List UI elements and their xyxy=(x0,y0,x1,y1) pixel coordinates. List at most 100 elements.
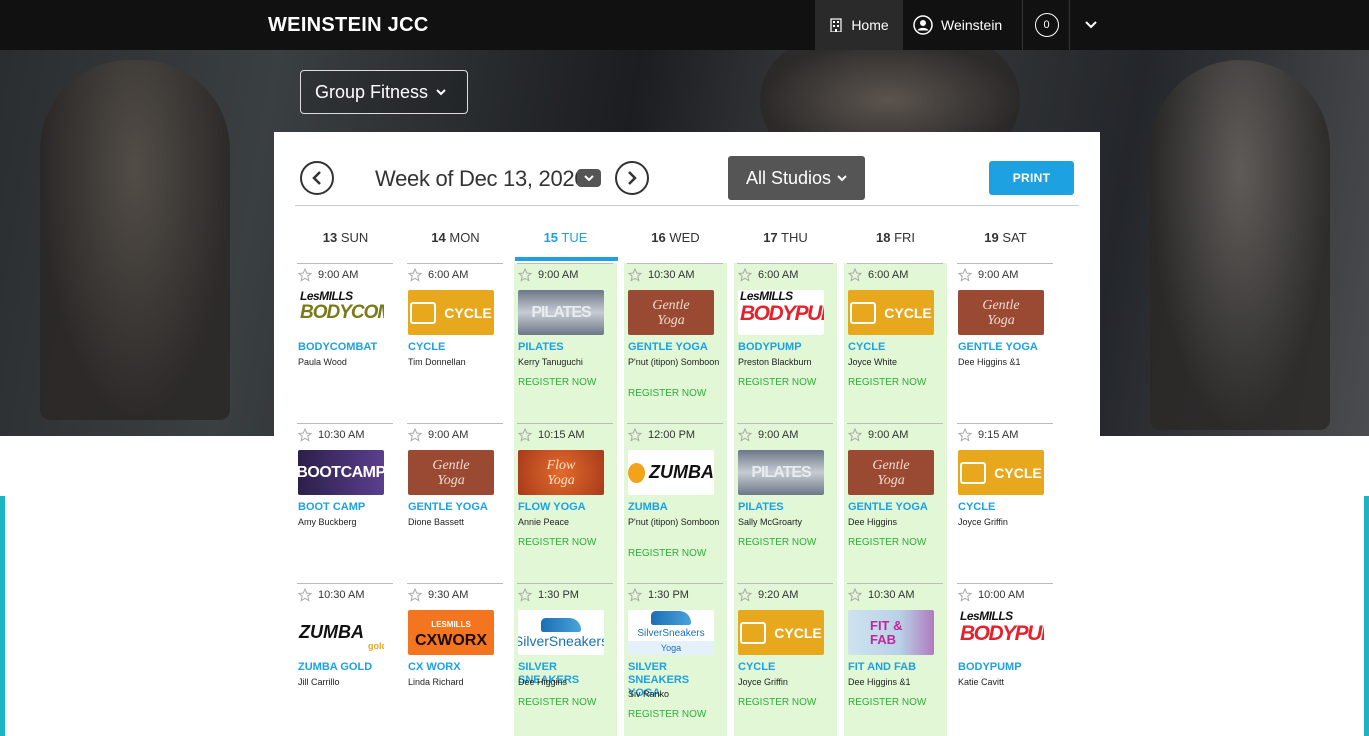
print-button[interactable]: PRINT xyxy=(989,161,1074,195)
favorite-star-icon[interactable] xyxy=(958,268,972,282)
favorite-star-icon[interactable] xyxy=(518,588,532,602)
class-name-link[interactable]: ZUMBA xyxy=(628,501,723,514)
calendar-picker-button[interactable] xyxy=(577,169,601,187)
class-image-fitfab[interactable]: FIT & FAB xyxy=(848,610,934,655)
class-image-gentle[interactable]: Gentle Yoga xyxy=(958,290,1044,335)
favorite-star-icon[interactable] xyxy=(848,428,862,442)
class-time: 10:00 AM xyxy=(978,589,1025,601)
class-image-gentle[interactable]: Gentle Yoga xyxy=(848,450,934,495)
class-time-row: 10:30 AM xyxy=(628,268,694,282)
class-time: 12:00 PM xyxy=(648,429,696,441)
favorite-star-icon[interactable] xyxy=(298,588,312,602)
favorite-star-icon[interactable] xyxy=(738,428,752,442)
day-header-tue[interactable]: 15 TUE xyxy=(514,230,617,245)
class-image-cycle[interactable]: CYCLE xyxy=(958,450,1044,495)
cart-button[interactable]: 0 xyxy=(1024,0,1070,50)
register-now-link[interactable]: REGISTER NOW xyxy=(628,548,706,559)
day-header-fri[interactable]: 18 FRI xyxy=(844,230,947,245)
class-image-cycle[interactable]: CYCLE xyxy=(408,290,494,335)
day-header-sat[interactable]: 19 SAT xyxy=(954,230,1057,245)
class-name-link[interactable]: PILATES xyxy=(518,341,613,354)
brand-logo[interactable]: WEINSTEIN JCC xyxy=(268,14,429,37)
next-week-button[interactable] xyxy=(615,161,649,195)
register-now-link[interactable]: REGISTER NOW xyxy=(848,377,926,388)
user-name: Weinstein xyxy=(941,17,1003,33)
instructor-name: P'nut (itipon) Somboon xyxy=(628,357,720,367)
class-name-link[interactable]: BODYPUMP xyxy=(738,341,833,354)
class-image-flow[interactable]: Flow Yoga xyxy=(518,450,604,495)
class-image-silver[interactable]: SilverSneakers xyxy=(518,610,604,655)
favorite-star-icon[interactable] xyxy=(298,428,312,442)
favorite-star-icon[interactable] xyxy=(738,268,752,282)
favorite-star-icon[interactable] xyxy=(408,588,422,602)
class-image-bodypump[interactable]: LesMILLSBODYPUMP xyxy=(958,610,1044,655)
class-image-gentle[interactable]: Gentle Yoga xyxy=(408,450,494,495)
favorite-star-icon[interactable] xyxy=(848,268,862,282)
favorite-star-icon[interactable] xyxy=(408,428,422,442)
class-name-link[interactable]: ZUMBA GOLD xyxy=(298,661,393,674)
class-name-link[interactable]: CX WORX xyxy=(408,661,503,674)
register-now-link[interactable]: REGISTER NOW xyxy=(518,697,596,708)
class-image-cycle[interactable]: CYCLE xyxy=(848,290,934,335)
class-name-link[interactable]: GENTLE YOGA xyxy=(848,501,943,514)
favorite-star-icon[interactable] xyxy=(628,428,642,442)
class-name-link[interactable]: CYCLE xyxy=(848,341,943,354)
gentle-logo-text: Gentle xyxy=(652,297,690,313)
class-image-pilates[interactable]: PILATES xyxy=(738,450,824,495)
day-header-thu[interactable]: 17 THU xyxy=(734,230,837,245)
class-image-bodycombat[interactable]: LesMILLSBODYCOMBAT xyxy=(298,290,384,335)
register-now-link[interactable]: REGISTER NOW xyxy=(738,697,816,708)
class-image-gentle[interactable]: Gentle Yoga xyxy=(628,290,714,335)
class-name-link[interactable]: CYCLE xyxy=(738,661,833,674)
day-header-mon[interactable]: 14 MON xyxy=(404,230,507,245)
class-image-zumba[interactable]: ZUMBA xyxy=(628,450,714,495)
class-image-cycle[interactable]: CYCLE xyxy=(738,610,824,655)
class-image-cxworx[interactable]: LESMILLS CXWORX xyxy=(408,610,494,655)
class-image-silveryoga[interactable]: SilverSneakers Yoga xyxy=(628,610,714,655)
class-image-bodypump[interactable]: LesMILLSBODYPUMP xyxy=(738,290,824,335)
class-name-link[interactable]: FIT AND FAB xyxy=(848,661,943,674)
class-name-link[interactable]: CYCLE xyxy=(958,501,1053,514)
register-now-link[interactable]: REGISTER NOW xyxy=(518,537,596,548)
class-name-link[interactable]: GENTLE YOGA xyxy=(958,341,1053,354)
favorite-star-icon[interactable] xyxy=(298,268,312,282)
favorite-star-icon[interactable] xyxy=(958,588,972,602)
favorite-star-icon[interactable] xyxy=(738,588,752,602)
sneaker-icon xyxy=(651,610,691,625)
class-image-pilates[interactable]: PILATES xyxy=(518,290,604,335)
day-header-wed[interactable]: 16 WED xyxy=(624,230,727,245)
class-name-link[interactable]: FLOW YOGA xyxy=(518,501,613,514)
favorite-star-icon[interactable] xyxy=(518,428,532,442)
class-name-link[interactable]: GENTLE YOGA xyxy=(628,341,723,354)
day-header-sun[interactable]: 13 SUN xyxy=(294,230,397,245)
previous-week-button[interactable] xyxy=(300,161,334,195)
register-now-link[interactable]: REGISTER NOW xyxy=(848,697,926,708)
class-name-link[interactable]: BODYPUMP xyxy=(958,661,1053,674)
class-name-link[interactable]: CYCLE xyxy=(408,341,503,354)
class-image-bootcamp[interactable]: BOOTCAMP xyxy=(298,450,384,495)
user-menu[interactable]: Weinstein xyxy=(905,0,1023,50)
class-time: 1:30 PM xyxy=(538,589,579,601)
favorite-star-icon[interactable] xyxy=(848,588,862,602)
program-dropdown[interactable]: Group Fitness xyxy=(300,70,468,114)
class-image-zumbagold[interactable]: ZUMBA gold xyxy=(298,610,384,655)
class-name-link[interactable]: BOOT CAMP xyxy=(298,501,393,514)
class-name-link[interactable]: GENTLE YOGA xyxy=(408,501,503,514)
class-time-row: 9:00 AM xyxy=(408,428,468,442)
favorite-star-icon[interactable] xyxy=(408,268,422,282)
favorite-star-icon[interactable] xyxy=(958,428,972,442)
favorite-star-icon[interactable] xyxy=(628,268,642,282)
register-now-link[interactable]: REGISTER NOW xyxy=(628,709,706,720)
favorite-star-icon[interactable] xyxy=(518,268,532,282)
class-name-link[interactable]: PILATES xyxy=(738,501,833,514)
favorite-star-icon[interactable] xyxy=(628,588,642,602)
studio-dropdown[interactable]: All Studios xyxy=(728,156,865,200)
register-now-link[interactable]: REGISTER NOW xyxy=(518,377,596,388)
register-now-link[interactable]: REGISTER NOW xyxy=(738,377,816,388)
home-nav-link[interactable]: Home xyxy=(815,0,903,50)
register-now-link[interactable]: REGISTER NOW xyxy=(628,388,706,399)
more-menu-button[interactable] xyxy=(1072,0,1110,50)
register-now-link[interactable]: REGISTER NOW xyxy=(848,537,926,548)
class-name-link[interactable]: BODYCOMBAT xyxy=(298,341,393,354)
register-now-link[interactable]: REGISTER NOW xyxy=(738,537,816,548)
